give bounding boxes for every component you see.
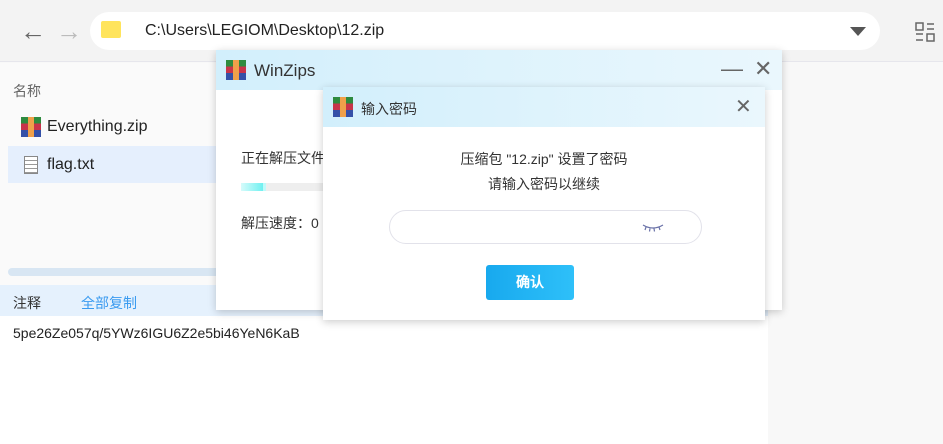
winzips-logo-icon (333, 97, 353, 117)
winzips-titlebar: WinZips — ✕ (216, 50, 782, 90)
back-button[interactable]: ← (20, 18, 46, 44)
forward-button[interactable]: → (56, 18, 82, 44)
address-path: C:\Users\LEGIOM\Desktop\12.zip (145, 22, 385, 39)
winzips-logo-icon (226, 60, 246, 80)
confirm-button[interactable]: 确认 (486, 265, 574, 300)
column-header-name[interactable]: 名称 (13, 81, 41, 101)
password-field[interactable] (389, 210, 702, 244)
comment-label: 注释 (13, 295, 41, 311)
password-dialog: 输入密码 ✕ 压缩包 "12.zip" 设置了密码 请输入密码以继续 确认 (323, 87, 765, 320)
extract-status: 正在解压文件 (241, 150, 325, 166)
password-prompt: 请输入密码以继续 (488, 176, 600, 192)
text-file-icon (24, 155, 38, 174)
progress-fill (241, 183, 266, 191)
close-button[interactable]: ✕ (754, 56, 772, 82)
dialog-close-button[interactable]: ✕ (735, 94, 752, 119)
view-toggle-icon[interactable] (915, 22, 935, 42)
chevron-down-icon[interactable] (850, 27, 866, 36)
password-message: 压缩包 "12.zip" 设置了密码 (460, 151, 628, 167)
window-title: WinZips (254, 61, 316, 80)
dialog-titlebar: 输入密码 ✕ (323, 87, 765, 127)
file-name: Everything.zip (47, 117, 148, 135)
address-bar[interactable]: C:\Users\LEGIOM\Desktop\12.zip (90, 12, 880, 50)
folder-icon (101, 21, 121, 38)
eye-closed-icon[interactable] (642, 223, 664, 233)
copy-all-link[interactable]: 全部复制 (81, 293, 137, 313)
minimize-button[interactable]: — (721, 56, 743, 82)
password-input[interactable] (405, 219, 635, 235)
extract-speed: 解压速度：0 (241, 215, 319, 231)
file-name: flag.txt (47, 155, 95, 173)
dialog-title: 输入密码 (361, 101, 417, 117)
comment-text: 5pe26Ze057q/5YWz6IGU6Z2e5bi46YeN6KaB (13, 325, 300, 341)
zip-icon (21, 116, 41, 137)
